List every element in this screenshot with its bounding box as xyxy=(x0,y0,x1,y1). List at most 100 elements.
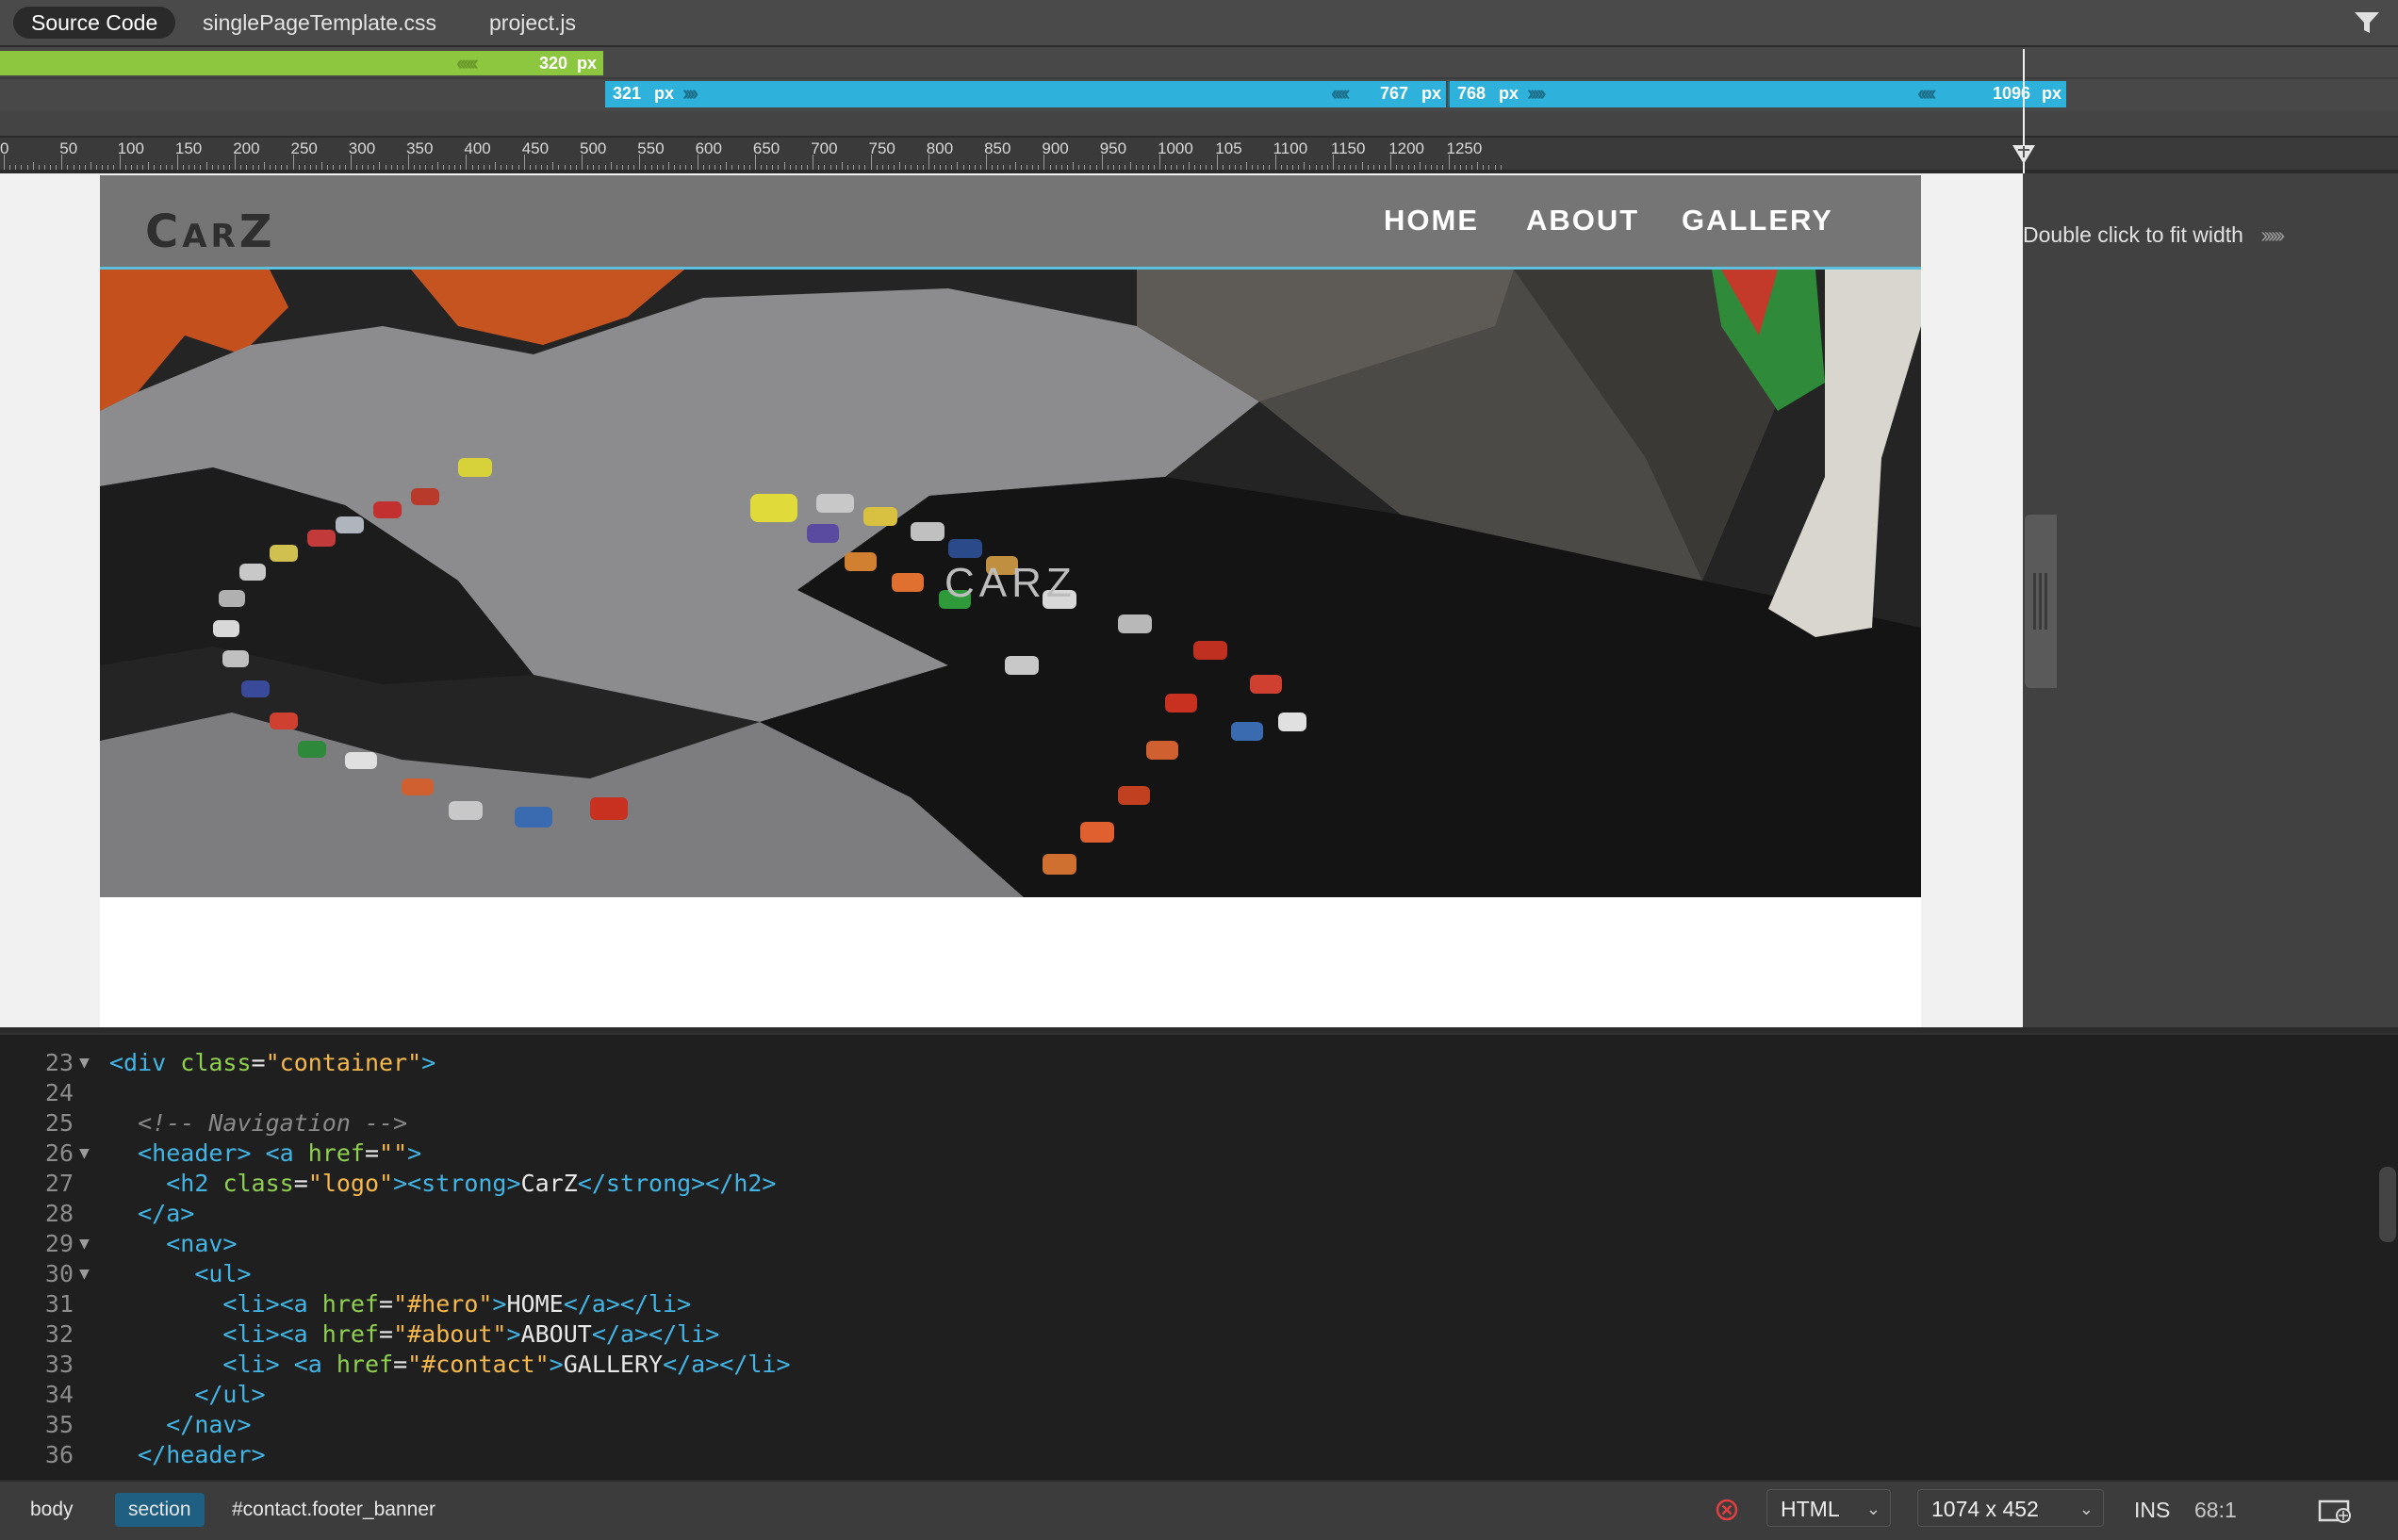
ruler-tick xyxy=(90,162,91,170)
ruler-minor-tick xyxy=(1483,165,1485,170)
live-preview-icon[interactable] xyxy=(2317,1497,2355,1525)
ruler-minor-tick xyxy=(1199,165,1201,170)
cursor-position: 68:1 xyxy=(2194,1498,2237,1522)
ruler-minor-tick xyxy=(1147,165,1149,170)
window-size-select[interactable]: 1074 x 452 ⌄ xyxy=(1917,1489,2104,1527)
code-line[interactable]: 34 </ul> xyxy=(0,1380,2357,1410)
live-view-gutter[interactable] xyxy=(2023,173,2398,1027)
ruler-minor-tick xyxy=(506,165,508,170)
code-token: href xyxy=(336,1351,394,1378)
code-token: class xyxy=(180,1049,252,1076)
fold-triangle-icon[interactable]: ▼ xyxy=(79,1229,90,1259)
ruler-tick xyxy=(1304,162,1306,170)
code-line[interactable]: 32 <li><a href="#about">ABOUT</a></li> xyxy=(0,1319,2357,1350)
ruler-minor-tick xyxy=(940,165,942,170)
ruler-tick xyxy=(957,162,959,170)
code-line[interactable]: 26 ▼ <header> <a href=""> xyxy=(0,1139,2357,1169)
ruler-minor-tick xyxy=(992,165,994,170)
code-text: <div class="container"> xyxy=(109,1048,435,1078)
ruler-minor-tick xyxy=(1286,165,1288,170)
ruler-minor-tick xyxy=(1095,165,1097,170)
media-query-bar-mobile[interactable]: ‹‹‹‹‹‹ 320 px xyxy=(0,51,603,75)
code-line[interactable]: 28 </a> xyxy=(0,1199,2357,1229)
ruler-minor-tick xyxy=(431,165,433,170)
ruler-tick xyxy=(495,162,497,170)
ruler-minor-tick xyxy=(1165,165,1167,170)
code-line[interactable]: 31 <li><a href="#hero">HOME</a></li> xyxy=(0,1289,2357,1319)
breadcrumb-section[interactable]: section xyxy=(115,1493,205,1527)
ruler-tick xyxy=(610,162,612,170)
editor-scrollbar[interactable] xyxy=(2379,1167,2396,1242)
insert-mode[interactable]: INS xyxy=(2134,1493,2170,1527)
tab-css-file[interactable]: singlePageTemplate.css xyxy=(185,7,454,39)
code-line[interactable]: 33 <li> <a href="#contact">GALLERY</a></… xyxy=(0,1350,2357,1380)
media-query-unit: px xyxy=(654,84,675,103)
ruler-minor-tick xyxy=(1153,165,1155,170)
code-line[interactable]: 25 <!-- Navigation --> xyxy=(0,1108,2357,1139)
ruler-minor-tick xyxy=(344,165,346,170)
code-token: </ul> xyxy=(194,1381,266,1408)
ruler-label: 100 xyxy=(117,139,144,157)
code-token: = xyxy=(251,1049,266,1076)
media-query-max-label: 767 xyxy=(1380,84,1409,103)
code-line[interactable]: 23 ▼ <div class="container"> xyxy=(0,1048,2357,1078)
pixel-ruler[interactable]: 0 50 100 150 200 250 300 350 400 450 500 550 600 650 7… xyxy=(0,138,2398,172)
media-query-bar-desktop[interactable]: 768 px ››››› ‹‹‹‹‹ 1096 px xyxy=(1448,81,2066,107)
ruler-minor-tick xyxy=(1090,165,1092,170)
ruler-minor-tick xyxy=(1494,165,1496,170)
ruler-tick xyxy=(841,162,843,170)
tab-js-file[interactable]: project.js xyxy=(471,7,594,39)
fit-width-hint[interactable]: Double click to fit width ›››››› xyxy=(2023,222,2285,248)
code-line[interactable]: 35 </nav> xyxy=(0,1410,2357,1440)
nav-link-home[interactable]: HOME xyxy=(1384,204,1479,238)
ruler-minor-tick xyxy=(21,165,23,170)
ruler-label: 350 xyxy=(406,139,434,157)
ruler-label: 900 xyxy=(1042,139,1069,157)
ruler-tick xyxy=(552,162,554,170)
code-line[interactable]: 36 </header> xyxy=(0,1440,2357,1470)
ruler-minor-tick xyxy=(911,165,912,170)
ruler-minor-tick xyxy=(731,165,733,170)
ruler-minor-tick xyxy=(512,165,514,170)
code-line[interactable]: 29 ▼ <nav> xyxy=(0,1229,2357,1259)
ruler-tick xyxy=(1245,162,1247,170)
grip-line xyxy=(2045,573,2047,630)
ruler-minor-tick xyxy=(720,165,722,170)
code-token: </a></li> xyxy=(591,1320,720,1348)
ruler-minor-tick xyxy=(240,165,242,170)
nav-link-about[interactable]: ABOUT xyxy=(1526,204,1639,238)
ruler-minor-tick xyxy=(772,165,774,170)
nav-link-gallery[interactable]: GALLERY xyxy=(1682,204,1833,238)
media-query-bar-tablet[interactable]: 321 px ›››› ‹‹‹‹‹ 767 px xyxy=(605,81,1446,107)
breadcrumb-body[interactable]: body xyxy=(17,1493,87,1527)
ruler-minor-tick xyxy=(517,165,519,170)
filter-icon[interactable] xyxy=(2353,9,2381,36)
live-view-resize-handle[interactable] xyxy=(2025,515,2057,688)
ruler-minor-tick xyxy=(748,165,750,170)
ruler-minor-tick xyxy=(488,165,490,170)
media-query-unit: px xyxy=(1421,84,1442,103)
fold-triangle-icon[interactable]: ▼ xyxy=(79,1259,90,1289)
language-select[interactable]: HTML ⌄ xyxy=(1766,1489,1891,1527)
code-line[interactable]: 30 ▼ <ul> xyxy=(0,1259,2357,1289)
viewport-resize-handle-icon[interactable] xyxy=(2010,141,2038,170)
error-icon[interactable] xyxy=(1716,1499,1738,1521)
tab-source-code[interactable]: Source Code xyxy=(13,7,176,39)
code-line[interactable]: 27 <h2 class="logo"><strong>CarZ</strong… xyxy=(0,1169,2357,1199)
ruler-tick xyxy=(321,162,323,170)
site-logo[interactable]: CarZ xyxy=(145,205,276,258)
fold-triangle-icon[interactable]: ▼ xyxy=(79,1048,90,1078)
language-select-value: HTML xyxy=(1781,1497,1840,1521)
fold-triangle-icon[interactable]: ▼ xyxy=(79,1139,90,1169)
code-line[interactable]: 24 xyxy=(0,1078,2357,1108)
ruler-minor-tick xyxy=(829,165,831,170)
ruler-minor-tick xyxy=(979,165,981,170)
ruler-label: 1000 xyxy=(1158,139,1193,157)
ruler-minor-tick xyxy=(894,165,895,170)
ruler-minor-tick xyxy=(824,165,826,170)
breadcrumb-contact[interactable]: #contact.footer_banner xyxy=(219,1493,449,1527)
ruler-tick xyxy=(1361,162,1363,170)
